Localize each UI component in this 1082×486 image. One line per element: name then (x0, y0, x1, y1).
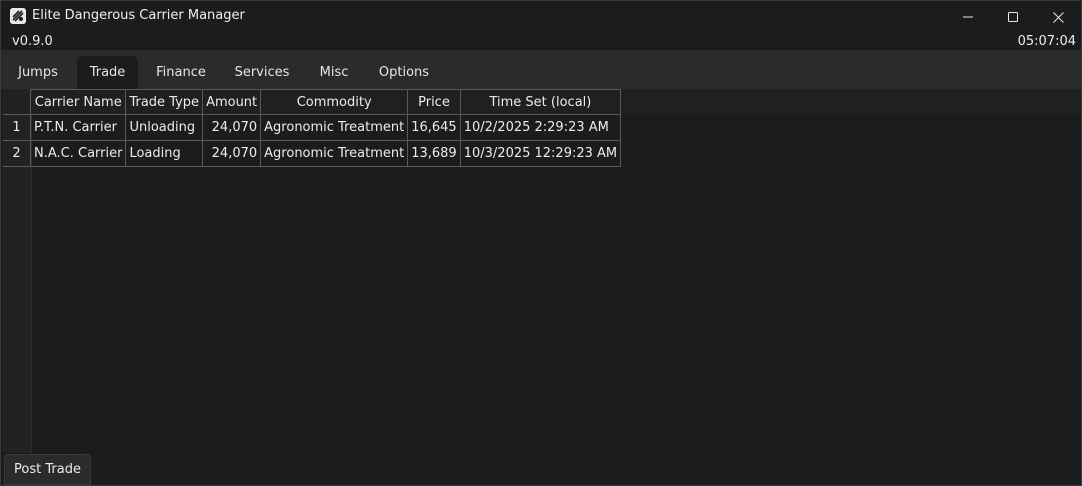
column-header-amount[interactable]: Amount (202, 89, 262, 115)
cell-commodity[interactable]: Agronomic Treatment (260, 140, 409, 167)
app-logo-icon (10, 8, 26, 24)
cell-time-set[interactable]: 10/3/2025 12:29:23 AM (459, 140, 622, 167)
column-header-time-set[interactable]: Time Set (local) (459, 89, 622, 115)
tab-misc[interactable]: Misc (308, 56, 360, 89)
column-header-price[interactable]: Price (407, 89, 461, 115)
cell-carrier-name[interactable]: N.A.C. Carrier (29, 140, 127, 167)
corner-cell[interactable] (3, 89, 31, 115)
cell-amount[interactable]: 24,070 (202, 114, 262, 141)
table-header-row: Carrier Name Trade Type Amount Commodity… (3, 89, 622, 115)
tab-options[interactable]: Options (368, 56, 440, 89)
cell-carrier-name[interactable]: P.T.N. Carrier (29, 114, 127, 141)
clock-label: 05:07:04 (1017, 34, 1076, 49)
title-bar[interactable]: Elite Dangerous Carrier Manager (1, 1, 1081, 33)
cell-trade-type[interactable]: Unloading (125, 114, 204, 141)
row-number[interactable]: 2 (3, 140, 31, 167)
tab-bar: Jumps Trade Finance Services Misc Option… (1, 50, 1081, 89)
trade-table: Carrier Name Trade Type Amount Commodity… (3, 89, 622, 167)
table-row[interactable]: 2 N.A.C. Carrier Loading 24,070 Agronomi… (3, 140, 622, 167)
row-number[interactable]: 1 (3, 114, 31, 141)
cell-price[interactable]: 16,645 (407, 114, 461, 141)
column-header-trade-type[interactable]: Trade Type (125, 89, 204, 115)
cell-time-set[interactable]: 10/2/2025 2:29:23 AM (459, 114, 622, 141)
minimize-icon (963, 16, 973, 18)
tab-services[interactable]: Services (225, 56, 299, 89)
maximize-icon (1008, 12, 1018, 22)
column-header-commodity[interactable]: Commodity (260, 89, 409, 115)
cell-price[interactable]: 13,689 (407, 140, 461, 167)
cell-commodity[interactable]: Agronomic Treatment (260, 114, 409, 141)
close-button[interactable] (1035, 1, 1081, 33)
table-row[interactable]: 1 P.T.N. Carrier Unloading 24,070 Agrono… (3, 114, 622, 141)
post-trade-button[interactable]: Post Trade (4, 454, 91, 485)
cell-amount[interactable]: 24,070 (202, 140, 262, 167)
cell-trade-type[interactable]: Loading (125, 140, 204, 167)
app-window: Elite Dangerous Carrier Manager v0.9.0 0… (0, 0, 1082, 486)
tab-finance[interactable]: Finance (146, 56, 216, 89)
window-title: Elite Dangerous Carrier Manager (32, 8, 245, 23)
version-label: v0.9.0 (12, 34, 53, 49)
trade-grid[interactable]: Carrier Name Trade Type Amount Commodity… (1, 89, 1081, 453)
tab-trade[interactable]: Trade (77, 56, 138, 89)
maximize-button[interactable] (990, 1, 1036, 33)
column-header-carrier-name[interactable]: Carrier Name (29, 89, 127, 115)
tab-jumps[interactable]: Jumps (6, 56, 70, 89)
close-icon (1052, 11, 1064, 23)
info-bar: v0.9.0 05:07:04 (1, 33, 1081, 50)
minimize-button[interactable] (945, 1, 991, 33)
